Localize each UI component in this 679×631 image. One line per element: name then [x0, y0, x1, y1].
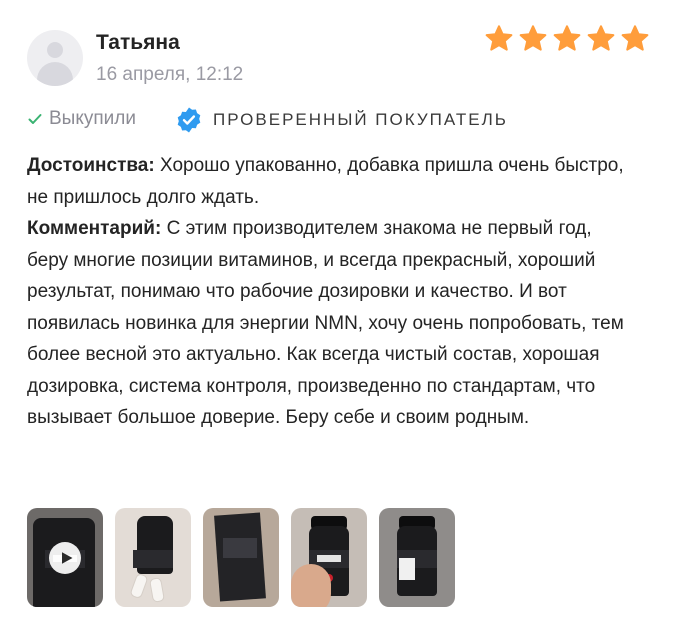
review-photo-thumbnail[interactable] — [291, 508, 367, 607]
verified-badge-icon — [177, 107, 201, 133]
capsule-shape — [129, 572, 149, 600]
star-icon — [587, 25, 615, 51]
capsule-shape — [149, 577, 165, 603]
play-icon — [61, 552, 72, 564]
rating-stars — [484, 24, 650, 54]
product-label-shape — [133, 550, 173, 568]
star-icon — [553, 25, 581, 51]
author-name: Татьяна — [96, 31, 180, 54]
advantages-paragraph: Достоинства: Хорошо упакованно, добавка … — [27, 150, 627, 213]
avatar — [27, 30, 83, 86]
review-video-thumbnail[interactable] — [27, 508, 103, 607]
purchased-status: Выкупили — [27, 108, 136, 130]
comment-label: Комментарий: — [27, 218, 162, 239]
product-label-accent — [317, 555, 341, 562]
star-icon — [621, 25, 649, 51]
product-box-label — [223, 538, 257, 558]
review-photo-thumbnail[interactable] — [203, 508, 279, 607]
check-icon — [28, 114, 42, 124]
avatar-shoulders-shape — [37, 62, 73, 86]
comment-paragraph: Комментарий: С этим производителем знако… — [27, 213, 627, 434]
purchased-label: Выкупили — [49, 108, 136, 129]
review-photo-thumbnail[interactable] — [379, 508, 455, 607]
review-date: 16 апреля, 12:12 — [96, 64, 244, 85]
verified-buyer-badge: ПРОВЕРЕННЫЙ ПОКУПАТЕЛЬ — [175, 106, 508, 134]
advantages-label: Достоинства: — [27, 155, 155, 176]
review-text: Достоинства: Хорошо упакованно, добавка … — [27, 150, 627, 434]
play-button[interactable] — [49, 542, 81, 574]
verified-buyer-label: ПРОВЕРЕННЫЙ ПОКУПАТЕЛЬ — [213, 110, 508, 129]
avatar-head-shape — [47, 42, 63, 58]
hand-shape — [291, 564, 331, 607]
barcode-sticker-shape — [399, 558, 415, 580]
star-icon — [519, 25, 547, 51]
star-icon — [485, 25, 513, 51]
comment-text: С этим производителем знакома не первый … — [27, 218, 624, 428]
review-photo-thumbnail[interactable] — [115, 508, 191, 607]
review-photos — [27, 508, 455, 607]
